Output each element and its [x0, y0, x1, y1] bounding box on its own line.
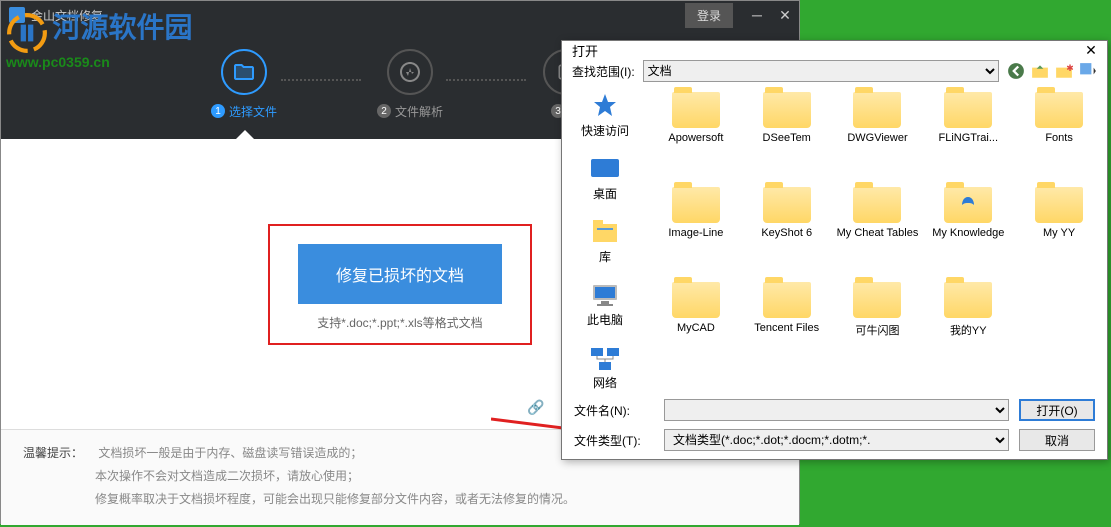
up-folder-icon[interactable]	[1031, 62, 1049, 80]
dialog-title: 打开	[572, 41, 598, 60]
sidebar-desktop[interactable]: 桌面	[589, 155, 621, 202]
library-icon	[589, 218, 621, 246]
folder-icon	[853, 92, 901, 128]
folder-icon	[1035, 92, 1083, 128]
watermark-url: www.pc0359.cn	[6, 54, 110, 70]
folder-icon	[944, 187, 992, 223]
folder-item[interactable]: DWGViewer	[835, 92, 921, 182]
folder-icon	[763, 92, 811, 128]
step-1-label: 1 选择文件	[211, 103, 277, 120]
folder-open-icon	[221, 49, 267, 95]
repair-button[interactable]: 修复已损坏的文档	[298, 244, 502, 304]
folder-item[interactable]: KeyShot 6	[744, 187, 830, 277]
folder-item[interactable]: 可牛闪图	[835, 282, 921, 372]
back-icon[interactable]	[1007, 62, 1025, 80]
step-2: 2 文件解析	[377, 49, 443, 120]
folder-icon	[672, 92, 720, 128]
filetype-label: 文件类型(T):	[574, 432, 654, 449]
login-button[interactable]: 登录	[685, 3, 733, 28]
folder-icon	[672, 282, 720, 318]
folder-item[interactable]: MyCAD	[653, 282, 739, 372]
step-divider	[281, 79, 361, 81]
lookin-row: 查找范围(I): 文档 ✱	[562, 60, 1107, 82]
filename-label: 文件名(N):	[574, 402, 654, 419]
folder-item[interactable]: My Knowledge	[925, 187, 1011, 277]
filetype-select[interactable]: 文档类型(*.doc;*.dot;*.docm;*.dotm;*.	[664, 429, 1009, 451]
folder-icon	[853, 282, 901, 318]
lookin-select[interactable]: 文档	[643, 60, 999, 82]
filetype-row: 文件类型(T): 文档类型(*.doc;*.dot;*.docm;*.dotm;…	[574, 429, 1095, 451]
tips-line-3: 修复概率取决于文档损坏程度，可能会出现只能修复部分文件内容，或者无法修复的情况。	[23, 490, 777, 507]
folder-icon	[763, 187, 811, 223]
sidebar-library[interactable]: 库	[589, 218, 621, 265]
support-formats-text: 支持*.doc;*.ppt;*.xls等格式文档	[317, 314, 482, 331]
folder-item[interactable]: Image-Line	[653, 187, 739, 277]
file-open-dialog: 打开 ✕ 查找范围(I): 文档 ✱ 快速访问 桌面 库	[561, 40, 1108, 460]
step-1: 1 选择文件	[211, 49, 277, 120]
tips-line-1: 文档损坏一般是由于内存、磁盘读写错误造成的；	[98, 446, 362, 460]
svg-text:✱: ✱	[1066, 63, 1073, 73]
minimize-button[interactable]: ─	[743, 1, 771, 29]
folder-item[interactable]: 我的YY	[925, 282, 1011, 372]
folder-item[interactable]: DSeeTem	[744, 92, 830, 182]
watermark-text: 河源软件园	[52, 12, 192, 43]
sidebar-thispc[interactable]: 此电脑	[587, 281, 623, 328]
watermark-logo-icon	[6, 12, 48, 54]
folder-icon	[853, 187, 901, 223]
step-2-label: 2 文件解析	[377, 103, 443, 120]
cancel-button[interactable]: 取消	[1019, 429, 1095, 451]
filename-input[interactable]	[664, 399, 1009, 421]
watermark: 河源软件园 www.pc0359.cn	[6, 6, 192, 72]
folder-icon	[672, 187, 720, 223]
window-controls: 登录 ─ ✕	[685, 1, 799, 29]
filename-row: 文件名(N): 打开(O)	[574, 399, 1095, 421]
folder-item[interactable]: My YY	[1016, 187, 1102, 277]
dialog-close-button[interactable]: ✕	[1081, 42, 1101, 59]
network-icon	[589, 344, 621, 372]
folder-icon	[1035, 187, 1083, 223]
lookin-label: 查找范围(I):	[572, 63, 635, 80]
new-folder-icon[interactable]: ✱	[1055, 62, 1073, 80]
tips-label: 温馨提示：	[23, 446, 83, 460]
star-icon	[589, 92, 621, 120]
folder-item[interactable]: FLiNGTrai...	[925, 92, 1011, 182]
folder-item[interactable]: My Cheat Tables	[835, 187, 921, 277]
pc-icon	[589, 281, 621, 309]
dialog-toolbar: ✱	[1007, 62, 1097, 80]
sidebar-network[interactable]: 网络	[589, 344, 621, 391]
folder-item[interactable]: Tencent Files	[744, 282, 830, 372]
dialog-sidebar: 快速访问 桌面 库 此电脑 网络	[562, 82, 648, 391]
annotation-box: 修复已损坏的文档 支持*.doc;*.ppt;*.xls等格式文档	[268, 224, 532, 345]
folder-icon	[944, 282, 992, 318]
folder-icon	[763, 282, 811, 318]
dialog-titlebar: 打开 ✕	[562, 41, 1107, 60]
folder-icon	[944, 92, 992, 128]
dialog-bottom: 文件名(N): 打开(O) 文件类型(T): 文档类型(*.doc;*.dot;…	[562, 391, 1107, 463]
desktop-icon	[589, 155, 621, 183]
file-grid[interactable]: Apowersoft DSeeTem DWGViewer FLiNGTrai..…	[648, 82, 1107, 391]
sidebar-quickaccess[interactable]: 快速访问	[581, 92, 629, 139]
close-button[interactable]: ✕	[771, 1, 799, 29]
view-menu-icon[interactable]	[1079, 62, 1097, 80]
folder-item[interactable]: Apowersoft	[653, 92, 739, 182]
dialog-body: 快速访问 桌面 库 此电脑 网络 Apowersoft DSeeTem	[562, 82, 1107, 391]
analyze-icon	[387, 49, 433, 95]
step-divider	[446, 79, 526, 81]
link-icon: 🔗	[527, 399, 544, 416]
open-button[interactable]: 打开(O)	[1019, 399, 1095, 421]
tips-line-2: 本次操作不会对文档造成二次损坏，请放心使用；	[23, 467, 777, 484]
folder-item[interactable]: Fonts	[1016, 92, 1102, 182]
